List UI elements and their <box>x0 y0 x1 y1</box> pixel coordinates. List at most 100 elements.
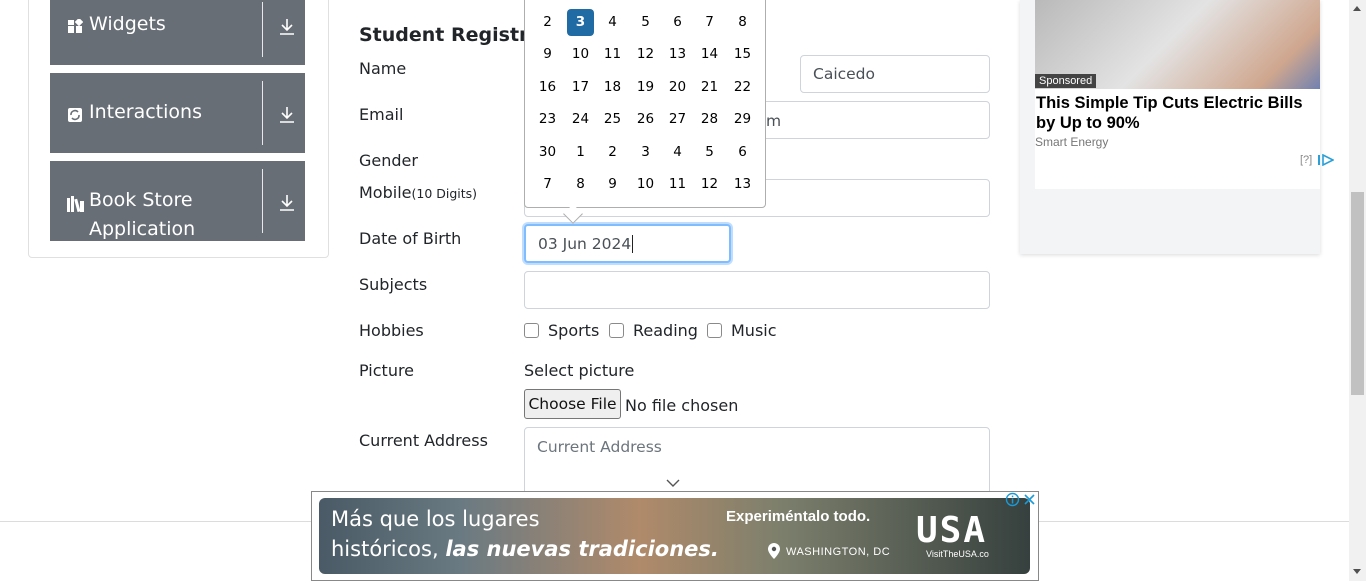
calendar-day[interactable]: 13 <box>664 41 691 68</box>
ad-title[interactable]: This Simple Tip Cuts Electric Bills by U… <box>1036 93 1326 133</box>
calendar-day[interactable]: 22 <box>729 74 756 101</box>
dob-value: 03 Jun 2024 <box>538 234 632 253</box>
hobby-label: Sports <box>548 321 600 340</box>
chevron-down-icon <box>666 479 680 487</box>
select-picture-label: Select picture <box>524 361 635 380</box>
hobby-reading-checkbox[interactable]: Reading <box>609 321 698 340</box>
calendar-day[interactable]: 3 <box>632 139 659 166</box>
download-icon[interactable] <box>277 17 297 37</box>
banner-tagline: Experiméntalo todo. <box>726 508 871 525</box>
email-value: m <box>766 112 782 130</box>
calendar-day[interactable]: 7 <box>696 9 723 36</box>
banner-brand-logo: USA <box>916 510 988 551</box>
calendar-day[interactable]: 30 <box>534 139 561 166</box>
choose-file-button[interactable]: Choose File <box>524 389 621 419</box>
last-name-input[interactable]: Caicedo <box>800 55 990 93</box>
calendar-day[interactable]: 13 <box>729 171 756 198</box>
banner-location: WASHINGTON, DC <box>786 546 891 558</box>
calendar-day[interactable]: 2 <box>599 139 626 166</box>
scrollbar-thumb[interactable] <box>1351 192 1364 395</box>
calendar-day[interactable]: 10 <box>567 41 594 68</box>
calendar-day[interactable]: 8 <box>729 9 756 36</box>
subjects-label: Subjects <box>359 275 428 294</box>
calendar-day[interactable]: 29 <box>729 106 756 133</box>
divider <box>262 2 263 57</box>
sidebar-group-interactions[interactable]: Interactions <box>50 73 305 153</box>
last-name-value: Caicedo <box>813 65 876 83</box>
calendar-day[interactable]: 17 <box>567 74 594 101</box>
checkbox-box[interactable] <box>707 323 722 338</box>
calendar-day[interactable]: 16 <box>534 74 561 101</box>
banner-line1: Más que los lugares <box>331 507 540 531</box>
sidebar-group-widgets[interactable]: Widgets <box>50 0 305 65</box>
calendar-day[interactable]: 25 <box>599 106 626 133</box>
calendar-day[interactable]: 1 <box>567 139 594 166</box>
calendar-day[interactable]: 27 <box>664 106 691 133</box>
banner-controls <box>1004 492 1038 507</box>
interactions-icon <box>68 108 82 122</box>
calendar-day[interactable]: 28 <box>696 106 723 133</box>
calendar-day[interactable]: 4 <box>664 139 691 166</box>
calendar-day[interactable]: 20 <box>664 74 691 101</box>
no-file-text: No file chosen <box>625 396 739 415</box>
calendar-day[interactable]: 5 <box>632 9 659 36</box>
calendar-day[interactable]: 11 <box>664 171 691 198</box>
info-icon[interactable] <box>1004 492 1021 507</box>
calendar-day[interactable]: 9 <box>534 41 561 68</box>
location-pin-icon <box>768 543 780 559</box>
calendar-day[interactable]: 2 <box>534 9 561 36</box>
download-icon[interactable] <box>277 193 297 213</box>
ad-source[interactable]: Smart Energy <box>1035 135 1108 149</box>
calendar-day[interactable]: 11 <box>599 41 626 68</box>
close-icon[interactable] <box>1021 492 1038 507</box>
calendar-day[interactable]: 26 <box>632 106 659 133</box>
ad-info-link[interactable]: [?] <box>1300 154 1312 166</box>
calendar-day[interactable]: 4 <box>599 9 626 36</box>
calendar-day[interactable]: 8 <box>567 171 594 198</box>
adchoices-icon[interactable] <box>1318 154 1334 166</box>
calendar-day[interactable]: 10 <box>632 171 659 198</box>
calendar-day[interactable]: 12 <box>632 41 659 68</box>
sidebar-group-label-line2: Application <box>89 218 196 240</box>
calendar-day[interactable]: 21 <box>696 74 723 101</box>
calendar-day[interactable]: 15 <box>729 41 756 68</box>
calendar-day[interactable]: 18 <box>599 74 626 101</box>
subjects-input[interactable] <box>524 271 990 309</box>
scroll-up-icon[interactable] <box>1352 4 1362 12</box>
sidebar-group-book-store[interactable]: Book Store Application <box>50 161 305 241</box>
dob-input[interactable]: 03 Jun 2024 <box>524 224 731 263</box>
calendar-day[interactable]: 9 <box>599 171 626 198</box>
hobbies-label: Hobbies <box>359 321 424 340</box>
checkbox-box[interactable] <box>524 323 539 338</box>
banner-line2-bold: las nuevas tradiciones. <box>445 537 719 561</box>
sidebar-group-label: Widgets <box>89 13 166 35</box>
calendar-day[interactable]: 24 <box>567 106 594 133</box>
scroll-down-icon[interactable] <box>1352 568 1362 576</box>
calendar-day[interactable]: 5 <box>696 139 723 166</box>
address-label: Current Address <box>359 431 488 450</box>
mobile-hint: (10 Digits) <box>411 186 478 201</box>
calendar-day[interactable]: 3 <box>567 9 594 36</box>
sponsored-badge: Sponsored <box>1035 74 1097 88</box>
hobby-music-checkbox[interactable]: Music <box>707 321 777 340</box>
sidebar-group-label: Interactions <box>89 101 202 123</box>
calendar-day[interactable]: 6 <box>729 139 756 166</box>
divider <box>262 169 263 233</box>
widgets-icon <box>68 19 83 33</box>
calendar-day[interactable]: 14 <box>696 41 723 68</box>
dob-label: Date of Birth <box>359 229 462 248</box>
address-textarea[interactable]: Current Address <box>524 427 990 497</box>
calendar-day[interactable]: 7 <box>534 171 561 198</box>
download-icon[interactable] <box>277 105 297 125</box>
calendar-day[interactable]: 12 <box>696 171 723 198</box>
text-caret <box>632 234 634 253</box>
calendar-day[interactable]: 23 <box>534 106 561 133</box>
calendar-day[interactable]: 19 <box>632 74 659 101</box>
gender-label: Gender <box>359 151 418 170</box>
hobby-label: Reading <box>633 321 698 340</box>
picture-label: Picture <box>359 361 415 380</box>
calendar-day[interactable]: 6 <box>664 9 691 36</box>
sidebar-group-label: Book Store <box>89 189 193 211</box>
checkbox-box[interactable] <box>609 323 624 338</box>
hobby-sports-checkbox[interactable]: Sports <box>524 321 599 340</box>
